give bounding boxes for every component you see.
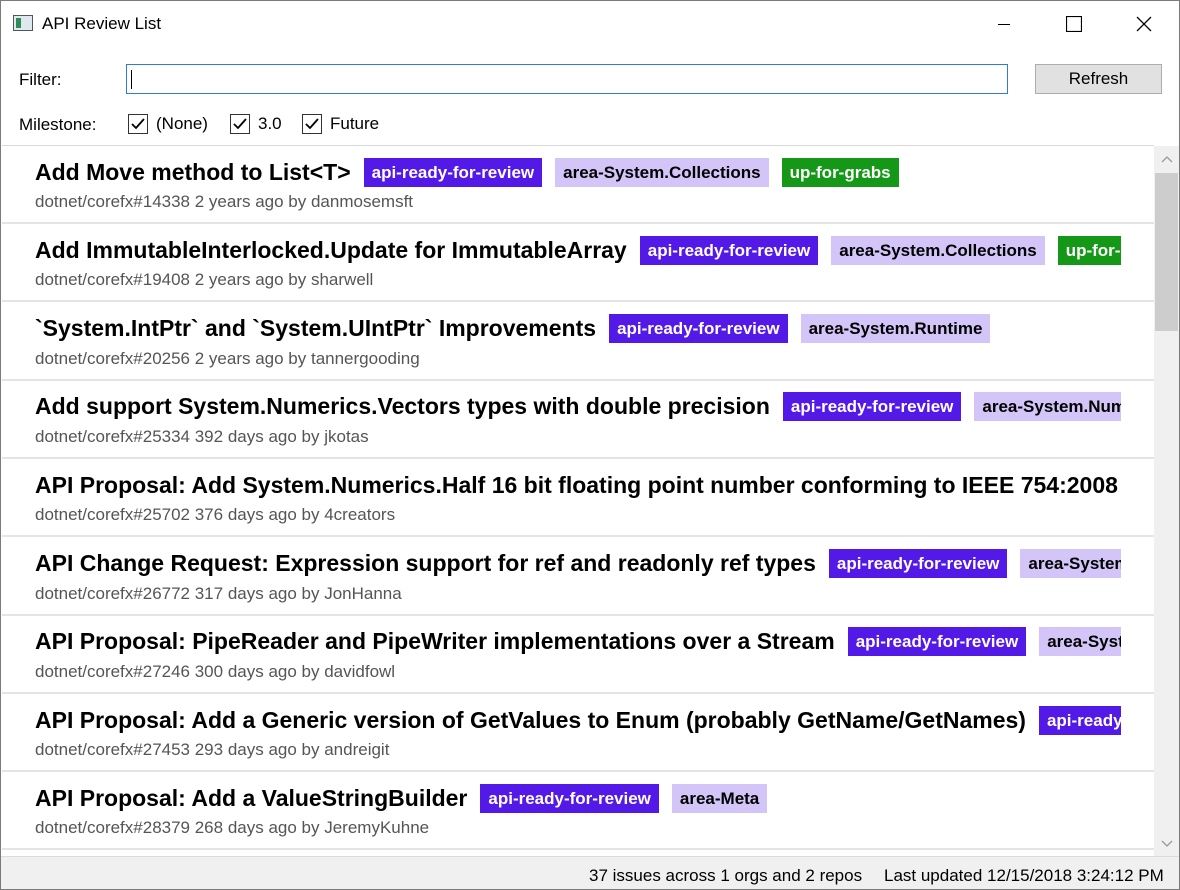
issue-row[interactable]: API Change Request: Expression support f… — [2, 538, 1154, 616]
issue-header: API Proposal: Add a Generic version of G… — [35, 705, 1121, 735]
checkbox-box[interactable] — [230, 114, 250, 134]
refresh-button[interactable]: Refresh — [1035, 64, 1162, 94]
issue-subtitle: dotnet/corefx#28379 268 days ago by Jere… — [35, 818, 430, 838]
minimize-button[interactable] — [969, 1, 1039, 47]
milestone-none-checkbox[interactable]: (None) — [128, 114, 208, 134]
scroll-up-button[interactable] — [1154, 146, 1179, 171]
issue-subtitle: dotnet/corefx#27453 293 days ago by andr… — [35, 740, 390, 760]
minimize-icon — [998, 24, 1010, 25]
maximize-button[interactable] — [1039, 1, 1109, 47]
checkmark-icon — [131, 118, 145, 130]
issue-row[interactable]: API Proposal: Add a ValueStringBuilder ap… — [2, 772, 1154, 851]
vertical-scrollbar[interactable] — [1154, 146, 1179, 856]
issue-subtitle: dotnet/corefx#19408 2 years ago by sharw… — [35, 270, 374, 290]
issue-label-tag: area-System.IO.Pipelines — [1039, 627, 1121, 657]
issue-row[interactable]: Add Move method to List<T> api-ready-for-… — [2, 146, 1154, 224]
issue-subtitle: dotnet/corefx#20256 2 years ago by tanne… — [35, 348, 420, 368]
issue-label-tag: api-ready-for-review — [847, 627, 1027, 657]
milestone-label: Milestone: — [19, 115, 97, 134]
issue-label-tag: api-ready-for-review — [480, 783, 659, 813]
issue-label-tag: area-System.Collections — [831, 235, 1045, 265]
issue-label-tag: area-System.Numerics — [974, 392, 1121, 422]
issue-header: API Change Request: Expression support f… — [35, 549, 1121, 579]
checkmark-icon — [305, 118, 319, 130]
issue-subtitle: dotnet/corefx#27246 300 days ago by davi… — [35, 661, 396, 681]
scrollbar-thumb[interactable] — [1155, 173, 1178, 331]
issue-row[interactable]: API Proposal: PipeReader and PipeWriter … — [2, 616, 1154, 694]
checkbox-box[interactable] — [302, 114, 322, 134]
issue-header: Add ImmutableInterlocked.Update for Immu… — [35, 235, 1121, 265]
issue-label-tag: up-for-grabs — [781, 157, 899, 187]
issue-label-tag: api-ready-for-review — [1038, 705, 1121, 735]
issue-title[interactable]: `System.IntPtr` and `System.UIntPtr` Imp… — [35, 315, 596, 342]
filter-label: Filter: — [19, 70, 62, 89]
maximize-icon — [1066, 16, 1082, 32]
title-bar[interactable]: API Review List — [1, 1, 1179, 47]
issue-header: API Proposal: Add a ValueStringBuilder ap… — [35, 783, 1121, 813]
issue-header: API Proposal: PipeReader and PipeWriter … — [35, 627, 1121, 657]
milestone-3-0-label: 3.0 — [258, 114, 282, 133]
issue-label-tag: api-ready-for-review — [363, 157, 543, 187]
issue-subtitle: dotnet/corefx#25702 376 days ago by 4cre… — [35, 505, 396, 525]
issue-label-tag: api-ready-for-review — [782, 392, 962, 422]
milestone-future-label: Future — [330, 114, 380, 133]
issue-label-tag: area-System.Runtime — [800, 314, 991, 344]
issue-label-tag: api-ready-for-review — [828, 549, 1008, 578]
issue-title[interactable]: Add ImmutableInterlocked.Update for Immu… — [35, 237, 627, 264]
issues-summary: 37 issues across 1 orgs and 2 repos — [589, 866, 863, 885]
issue-subtitle: dotnet/corefx#14338 2 years ago by danmo… — [35, 192, 414, 211]
chevron-down-icon — [1161, 840, 1172, 847]
issue-subtitle: dotnet/corefx#25334 392 days ago by jkot… — [35, 426, 369, 446]
issue-label-tag: area-System.Collections — [555, 157, 769, 187]
app-icon — [13, 15, 33, 31]
issue-label-tag: api-ready-for-review — [609, 314, 788, 344]
issue-row[interactable]: Add ImmutableInterlocked.Update for Immu… — [2, 224, 1154, 303]
issue-header: API Proposal: Add System.Numerics.Half 1… — [35, 470, 1121, 500]
issue-list[interactable]: Add Move method to List<T> api-ready-for-… — [2, 145, 1154, 856]
checkbox-box[interactable] — [128, 114, 148, 134]
issue-title[interactable]: API Proposal: Add System.Numerics.Half 1… — [35, 472, 1121, 499]
issue-label-tag: up-for-grabs — [1057, 235, 1121, 265]
issue-row[interactable]: API Proposal: Add System.Numerics.Half 1… — [2, 459, 1154, 538]
milestone-none-label: (None) — [156, 114, 208, 133]
filter-input[interactable] — [126, 64, 1008, 94]
checkmark-icon — [233, 118, 247, 130]
issue-title[interactable]: API Proposal: Add a ValueStringBuilder — [35, 785, 467, 812]
issue-row[interactable]: API Proposal: Add a Generic version of G… — [2, 694, 1154, 773]
chevron-up-icon — [1161, 155, 1172, 162]
issue-title[interactable]: API Proposal: PipeReader and PipeWriter … — [35, 628, 835, 655]
milestone-3-0-checkbox[interactable]: 3.0 — [230, 114, 282, 134]
milestone-future-checkbox[interactable]: Future — [302, 114, 379, 134]
status-bar: 37 issues across 1 orgs and 2 repos Last… — [1, 856, 1179, 889]
window-title: API Review List — [42, 14, 162, 33]
close-button[interactable] — [1109, 1, 1179, 47]
issue-title[interactable]: Add Move method to List<T> — [35, 159, 351, 186]
issue-label-tag: area-System.Linq.Expressions — [1020, 549, 1121, 578]
issue-row[interactable]: Add support System.Numerics.Vectors type… — [2, 381, 1154, 459]
issue-header: Add Move method to List<T> api-ready-for-… — [35, 157, 1121, 187]
issue-title[interactable]: Add support System.Numerics.Vectors type… — [35, 393, 770, 420]
issue-subtitle: dotnet/corefx#26772 317 days ago by JonH… — [35, 583, 402, 603]
issue-header: Add support System.Numerics.Vectors type… — [35, 392, 1121, 422]
issue-label-tag: api-ready-for-review — [639, 235, 819, 265]
issue-row[interactable]: `System.IntPtr` and `System.UIntPtr` Imp… — [2, 303, 1154, 381]
api-review-list-window: API Review List Filter: Refresh Mileston… — [0, 0, 1180, 890]
close-icon — [1136, 16, 1152, 32]
issue-label-tag: area-Meta — [671, 783, 768, 813]
issue-title[interactable]: API Proposal: Add a Generic version of G… — [35, 707, 1026, 734]
scroll-down-button[interactable] — [1154, 831, 1179, 856]
text-caret — [131, 70, 132, 89]
issue-header: `System.IntPtr` and `System.UIntPtr` Imp… — [35, 314, 1121, 344]
last-updated: Last updated 12/15/2018 3:24:12 PM — [884, 866, 1164, 885]
issue-title[interactable]: API Change Request: Expression support f… — [35, 550, 816, 577]
